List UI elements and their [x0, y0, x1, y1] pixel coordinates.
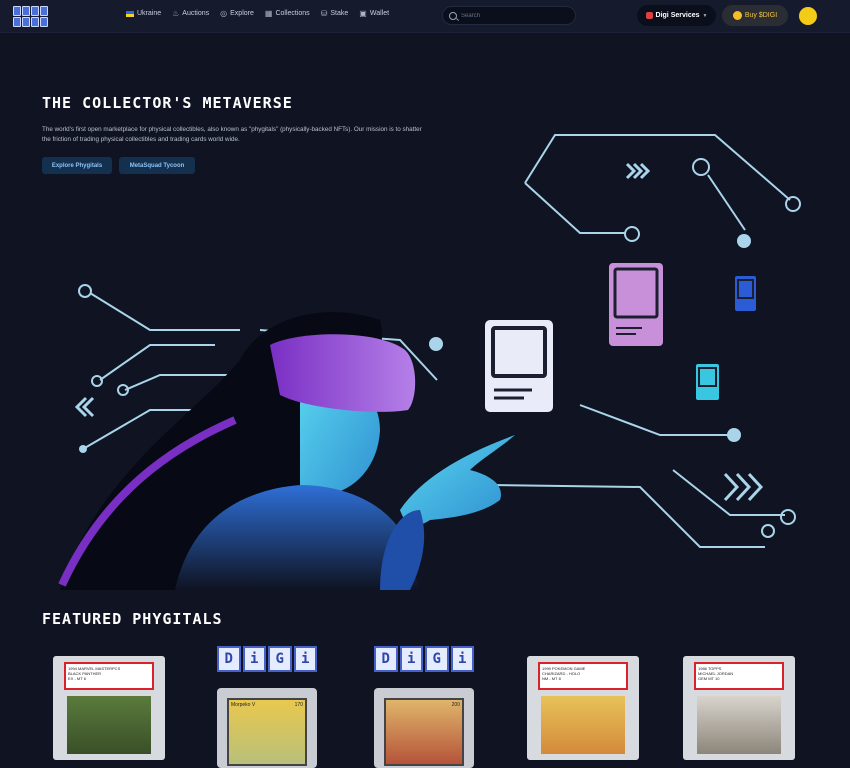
pokemon-card: Morpeko V 170 — [217, 688, 317, 768]
featured-card[interactable]: D i G i 200 — [374, 646, 486, 768]
card-art — [67, 696, 151, 754]
floating-card-cyan — [696, 364, 719, 400]
wallet-icon: ▣ — [359, 9, 367, 18]
digi-services-label: Digi Services — [655, 12, 700, 19]
stake-icon: ⛁ — [320, 9, 328, 18]
compass-icon: ◎ — [220, 9, 228, 18]
floating-card-purple — [609, 263, 663, 346]
cube-letter: G — [425, 646, 449, 672]
top-navbar: Ukraine ♨ Auctions ◎ Explore ▦ Collectio… — [0, 0, 850, 33]
cube-letter: D — [374, 646, 398, 672]
grid-icon: ▦ — [264, 9, 273, 18]
slab-grade: NM - MT 8 — [542, 676, 561, 681]
card-art — [697, 696, 781, 754]
featured-card[interactable]: D i G i Morpeko V 170 — [217, 646, 329, 768]
hero-illustration — [58, 134, 801, 590]
nav-item-label: Auctions — [182, 10, 210, 17]
flame-icon: ♨ — [172, 9, 180, 18]
cube-letter: G — [268, 646, 292, 672]
cube-letter: i — [399, 646, 423, 672]
nav-item-ukraine[interactable]: Ukraine — [126, 9, 161, 18]
chevron-down-icon: ▼ — [702, 12, 708, 19]
nav-item-label: Stake — [330, 10, 349, 17]
card-art — [541, 696, 625, 754]
cube-letter: D — [217, 646, 241, 672]
digi-cubes: D i G i — [217, 646, 317, 672]
card-art: 200 — [384, 698, 464, 766]
featured-card[interactable]: 1994 MARVEL MASTERPCS BLACK PANTHER EX -… — [53, 650, 165, 760]
nav-item-label: Ukraine — [137, 10, 162, 17]
slab-grade: GEM MT 10 — [698, 676, 720, 681]
nav-item-label: Wallet — [369, 10, 390, 17]
nav-item-label: Explore — [230, 10, 254, 17]
nav-item-label: Collections — [275, 10, 310, 17]
buy-digi-label: Buy $DIGI — [744, 12, 778, 19]
nav-item-explore[interactable]: ◎ Explore — [220, 9, 254, 18]
nav-item-auctions[interactable]: ♨ Auctions — [172, 9, 209, 18]
digi-services-dropdown[interactable]: Digi Services ▼ — [637, 5, 716, 26]
cube-letter: i — [450, 646, 474, 672]
pokemon-card: 200 — [374, 688, 474, 768]
floating-card-white — [485, 320, 553, 412]
hero-title: THE COLLECTOR'S METAVERSE — [42, 94, 293, 112]
featured-card[interactable]: 1999 POKEMON GAME CHARIZARD - HOLO NM - … — [527, 650, 639, 760]
floating-card-blue — [735, 276, 756, 311]
search-box[interactable] — [442, 6, 576, 25]
digi-services-icon — [645, 12, 653, 19]
cube-letter: i — [242, 646, 266, 672]
ukraine-flag-icon — [126, 10, 134, 17]
digi-coin-icon — [732, 11, 742, 20]
card-art: Morpeko V 170 — [227, 698, 307, 766]
card-name: Morpeko V — [231, 702, 256, 708]
digi-logo[interactable] — [13, 6, 49, 27]
search-icon — [449, 11, 457, 20]
featured-card[interactable]: 1986 TOPPS MICHAEL JORDAN GEM MT 10 — [683, 650, 795, 760]
buy-digi-button[interactable]: Buy $DIGI — [722, 5, 788, 26]
avatar[interactable] — [799, 7, 817, 25]
slab-grade: EX - MT 6 — [68, 676, 86, 681]
nav-item-collections[interactable]: ▦ Collections — [265, 9, 310, 18]
nav-item-wallet[interactable]: ▣ Wallet — [359, 9, 389, 18]
slab-label: 1999 POKEMON GAME CHARIZARD - HOLO NM - … — [538, 662, 628, 690]
search-input[interactable] — [461, 12, 571, 19]
card-hp: 200 — [451, 702, 460, 708]
slab-label: 1986 TOPPS MICHAEL JORDAN GEM MT 10 — [694, 662, 784, 690]
main-nav: Ukraine ♨ Auctions ◎ Explore ▦ Collectio… — [126, 9, 389, 18]
digi-cubes: D i G i — [374, 646, 474, 672]
featured-title: FEATURED PHYGITALS — [42, 610, 223, 628]
nav-item-stake[interactable]: ⛁ Stake — [321, 9, 349, 18]
slab-label: 1994 MARVEL MASTERPCS BLACK PANTHER EX -… — [64, 662, 154, 690]
card-hp: 170 — [294, 702, 303, 708]
cube-letter: i — [293, 646, 317, 672]
